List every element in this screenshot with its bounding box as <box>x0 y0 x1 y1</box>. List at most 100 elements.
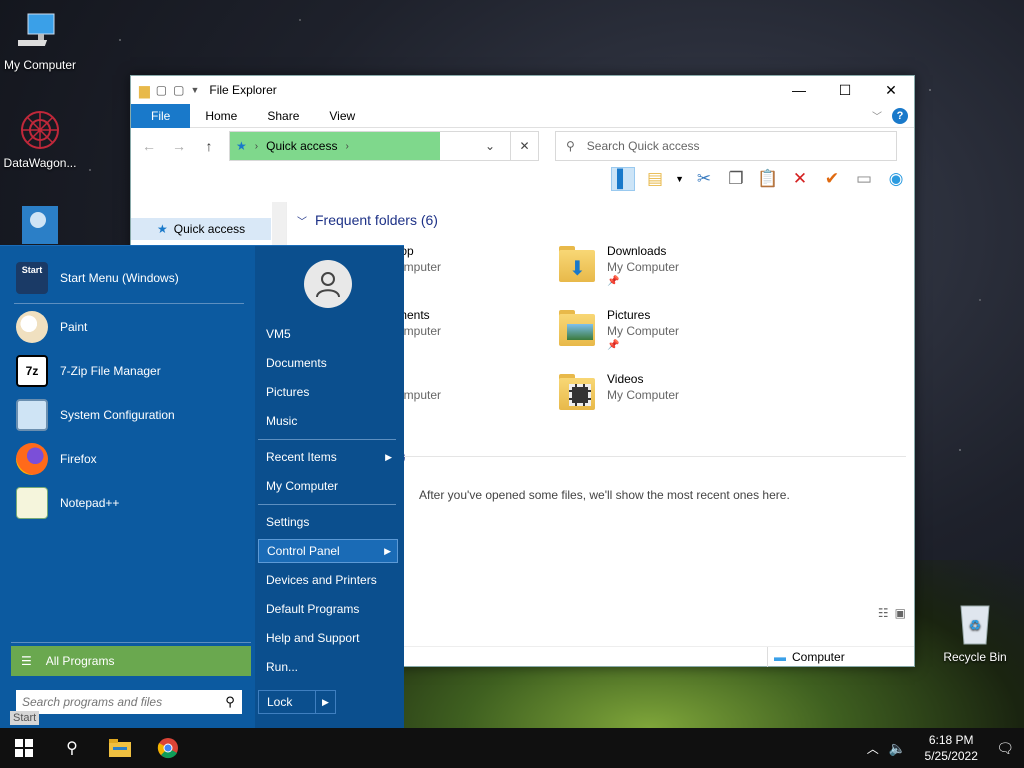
nav-item-quick-access[interactable]: ★ Quick access <box>131 218 271 240</box>
place-devices-and-printers[interactable]: Devices and Printers <box>258 568 398 592</box>
show-hidden-icons-chevron-icon[interactable]: ︿ <box>867 740 879 757</box>
ribbon-tabs: File Home Share View ﹀ ? <box>131 103 914 128</box>
start-search-box[interactable]: ⚲ <box>16 690 242 714</box>
preview-pane-icon[interactable]: ▌ <box>611 167 636 191</box>
volume-muted-icon[interactable]: 🔈 <box>889 740 906 757</box>
tab-view[interactable]: View <box>314 104 370 128</box>
program-paint[interactable]: Paint <box>16 311 87 343</box>
chevron-down-icon: ﹀ <box>297 216 307 228</box>
tab-share[interactable]: Share <box>252 104 314 128</box>
minimize-button[interactable]: — <box>776 76 822 104</box>
folder-name: Downloads <box>607 244 667 258</box>
check-icon[interactable]: ✔ <box>820 167 844 191</box>
breadcrumb-quick-access[interactable]: Quick access <box>266 139 337 153</box>
forward-button[interactable]: → <box>169 138 189 154</box>
address-row: ← → ↑ ★ › Quick access › ⌄ ✕ ⚲ Search Qu… <box>131 128 914 164</box>
folder-name: Pictures <box>607 308 651 322</box>
search-icon[interactable]: ⚲ <box>48 728 96 768</box>
all-programs-label: All Programs <box>45 654 115 668</box>
help-icon[interactable]: ? <box>892 107 908 124</box>
folder-item[interactable]: Pictures My Computer 📌 <box>559 308 679 351</box>
expand-ribbon-icon[interactable]: ﹀ <box>872 108 882 123</box>
place-documents[interactable]: Documents <box>258 351 398 375</box>
folder-item[interactable]: ⬇ Downloads My Computer 📌 <box>559 244 679 287</box>
start-menu-programs: Start Start Menu (Windows) Paint 7z 7-Zi… <box>0 246 255 728</box>
pin-icon: 📌 <box>607 340 620 351</box>
program-label: Start Menu (Windows) <box>60 271 179 285</box>
close-button[interactable]: ✕ <box>868 76 914 104</box>
up-button[interactable]: ↑ <box>199 138 219 154</box>
program-label: 7-Zip File Manager <box>60 364 161 378</box>
folder-location: My Computer <box>607 260 680 274</box>
user-avatar[interactable] <box>304 260 352 308</box>
program-label: Notepad++ <box>60 496 120 510</box>
clock-time: 6:18 PM <box>928 733 974 747</box>
folder-location: My Computer <box>607 388 680 402</box>
large-icons-view-icon[interactable]: ▣ <box>895 606 906 620</box>
lock-button[interactable]: Lock ▶ <box>258 690 336 714</box>
file-explorer-taskbar-icon[interactable] <box>96 728 144 768</box>
place-recent-items[interactable]: Recent Items ▶ <box>258 445 398 469</box>
clear-address-icon[interactable]: ✕ <box>510 132 538 160</box>
place-music[interactable]: Music <box>258 409 398 433</box>
start-menu-app-icon: Start <box>16 262 48 294</box>
cut-icon[interactable]: ✂ <box>692 167 716 191</box>
chrome-icon[interactable] <box>144 728 192 768</box>
start-search-input[interactable] <box>22 695 212 709</box>
view-options-icon[interactable]: ▤ <box>643 167 667 191</box>
tab-file[interactable]: File <box>131 103 191 128</box>
dropdown-arrow-icon[interactable]: ▼ <box>675 174 684 184</box>
start-button[interactable] <box>0 728 48 768</box>
program-notepadpp[interactable]: Notepad++ <box>16 487 119 519</box>
clock[interactable]: 6:18 PM 5/25/2022 <box>916 732 986 764</box>
folder-icon: ▆ <box>139 81 150 98</box>
desktop-icon-my-computer[interactable]: My Computer <box>0 10 80 72</box>
address-dropdown-icon[interactable]: ⌄ <box>470 139 510 153</box>
frequent-folders-heading[interactable]: ﹀ Frequent folders (6) <box>297 212 438 228</box>
place-pictures[interactable]: Pictures <box>258 380 398 404</box>
program-firefox[interactable]: Firefox <box>16 443 97 475</box>
globe-icon[interactable]: ◉ <box>884 167 908 191</box>
start-menu: Start Start Menu (Windows) Paint 7z 7-Zi… <box>0 245 404 728</box>
place-help-and-support[interactable]: Help and Support <box>258 626 398 650</box>
lock-label: Lock <box>267 695 293 709</box>
program-start-menu-windows[interactable]: Start Start Menu (Windows) <box>16 262 179 294</box>
program-system-configuration[interactable]: System Configuration <box>16 399 175 431</box>
start-tooltip: Start <box>10 711 40 725</box>
new-folder-icon[interactable]: ▢ <box>173 83 184 97</box>
submenu-arrow-icon: ▶ <box>385 451 392 462</box>
desktop-icon-recycle-bin[interactable]: ♻ Recycle Bin <box>935 602 1015 664</box>
lock-options-arrow-icon[interactable]: ▶ <box>315 691 335 713</box>
program-7zip[interactable]: 7z 7-Zip File Manager <box>16 355 161 387</box>
system-configuration-icon <box>16 399 48 431</box>
place-control-panel[interactable]: Control Panel ▶ <box>258 539 398 563</box>
address-bar[interactable]: ★ › Quick access › ⌄ ✕ <box>229 131 539 161</box>
submenu-arrow-icon: ▶ <box>384 545 391 556</box>
customize-toolbar-icon[interactable]: ▼ <box>190 85 199 95</box>
back-button[interactable]: ← <box>139 138 159 154</box>
notifications-icon[interactable]: 🗨 <box>996 740 1014 757</box>
star-icon: ★ <box>157 222 168 236</box>
notepadpp-icon <box>16 487 48 519</box>
place-settings[interactable]: Settings <box>258 510 398 534</box>
rename-icon[interactable]: ▭ <box>852 167 876 191</box>
tab-home[interactable]: Home <box>190 104 252 128</box>
place-run[interactable]: Run... <box>258 655 398 679</box>
clock-date: 5/25/2022 <box>924 749 978 763</box>
paste-icon[interactable]: 📋 <box>756 167 780 191</box>
place-my-computer[interactable]: My Computer <box>258 474 398 498</box>
details-view-icon[interactable]: ☷ <box>878 606 889 620</box>
copy-icon[interactable]: ❐ <box>724 167 748 191</box>
place-default-programs[interactable]: Default Programs <box>258 597 398 621</box>
delete-icon[interactable]: ✕ <box>788 167 812 191</box>
maximize-button[interactable]: ☐ <box>822 76 868 104</box>
desktop-icon-datawagon[interactable]: DataWagon... <box>0 108 80 170</box>
place-vm5[interactable]: VM5 <box>258 322 398 346</box>
folder-item[interactable]: Videos My Computer <box>559 372 679 414</box>
status-computer: ▬ Computer <box>767 646 845 667</box>
properties-icon[interactable]: ▢ <box>156 83 167 97</box>
search-icon[interactable]: ⚲ <box>218 694 242 710</box>
all-programs-button[interactable]: ☰ All Programs <box>11 646 251 676</box>
search-input[interactable]: ⚲ Search Quick access <box>555 131 897 161</box>
list-icon: ☰ <box>21 654 32 668</box>
